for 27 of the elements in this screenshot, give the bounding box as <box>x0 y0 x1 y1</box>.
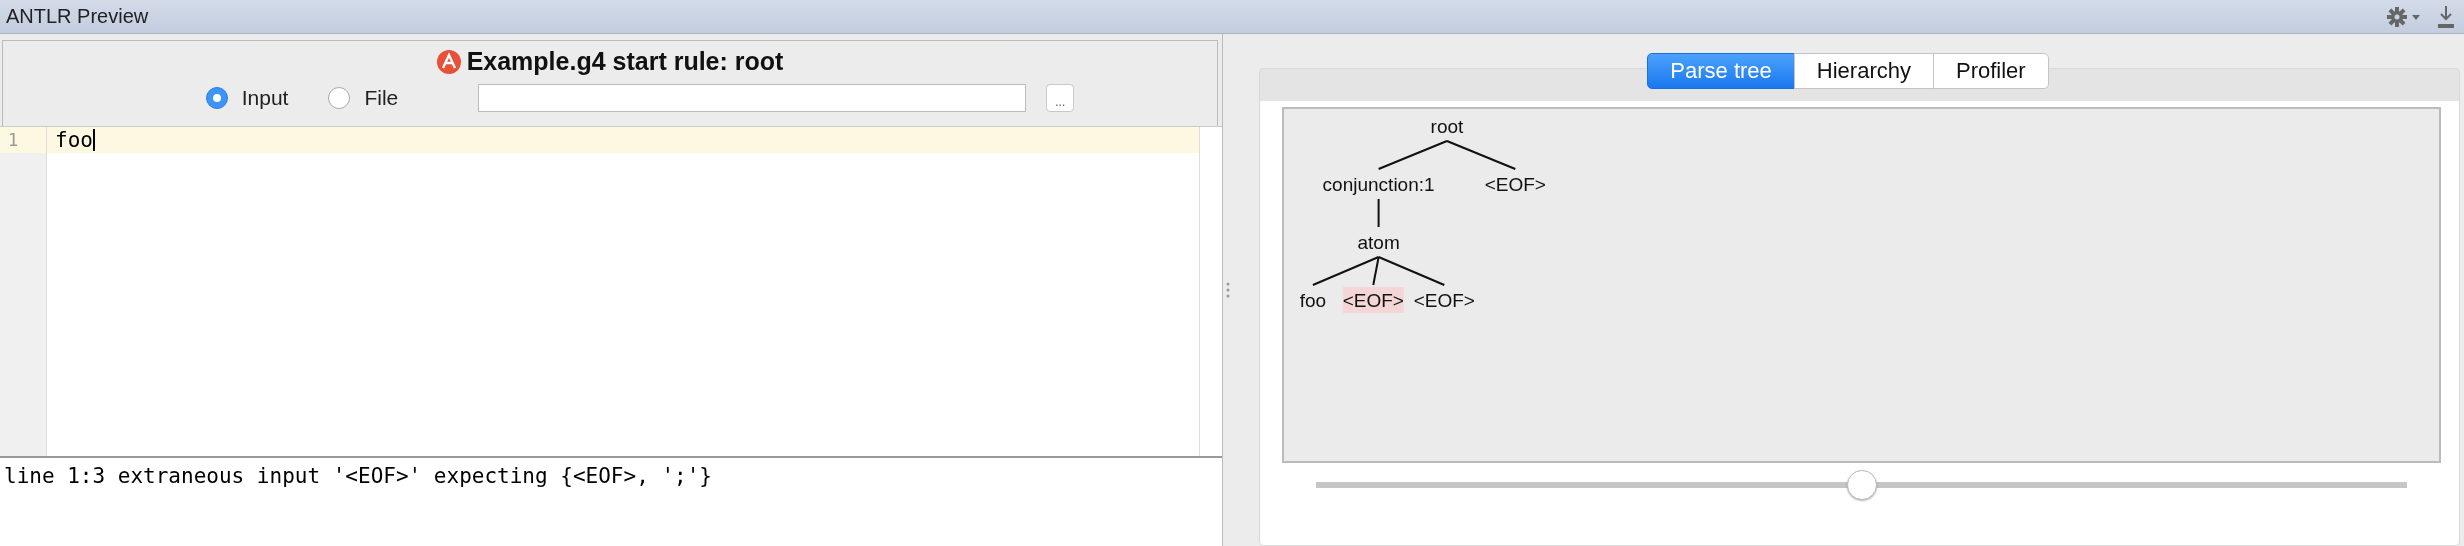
radio-button[interactable]: File <box>328 86 419 110</box>
error-message: line 1:3 extraneous input '<EOF>' expecting {<EOF>, ';'} <box>4 464 712 488</box>
view-tab[interactable]: Hierarchy <box>1793 53 1934 89</box>
radio-button[interactable]: Input <box>205 86 309 110</box>
node-label: root <box>1430 116 1464 137</box>
file-path-field[interactable] <box>478 84 1027 112</box>
window-title: ANTLR Preview <box>6 5 150 28</box>
slider-thumb[interactable] <box>1846 470 1877 500</box>
download-icon[interactable] <box>2436 4 2456 29</box>
browse-button[interactable]: ... <box>1046 84 1075 112</box>
splitter-handle-icon[interactable] <box>1226 281 1230 299</box>
tree-edge <box>1377 140 1448 170</box>
tree-edge <box>1445 140 1517 170</box>
text-caret <box>92 129 95 151</box>
node-label: atom <box>1357 232 1400 253</box>
node-label: <EOF> <box>1413 290 1475 311</box>
tree-edge <box>1377 198 1380 228</box>
settings-icon[interactable] <box>2386 5 2422 28</box>
header-title: Example.g4 start rule: root <box>466 47 784 76</box>
antlr-logo-icon <box>436 49 461 74</box>
view-tab[interactable]: Profiler <box>1932 53 2049 89</box>
error-node-label: <EOF> <box>1342 287 1404 313</box>
node-label: foo <box>1299 290 1327 311</box>
line-number: 1 <box>0 127 46 153</box>
node-label: <EOF> <box>1484 174 1546 195</box>
code-line: foo <box>55 127 93 153</box>
node-label: conjunction:1 <box>1322 174 1435 195</box>
